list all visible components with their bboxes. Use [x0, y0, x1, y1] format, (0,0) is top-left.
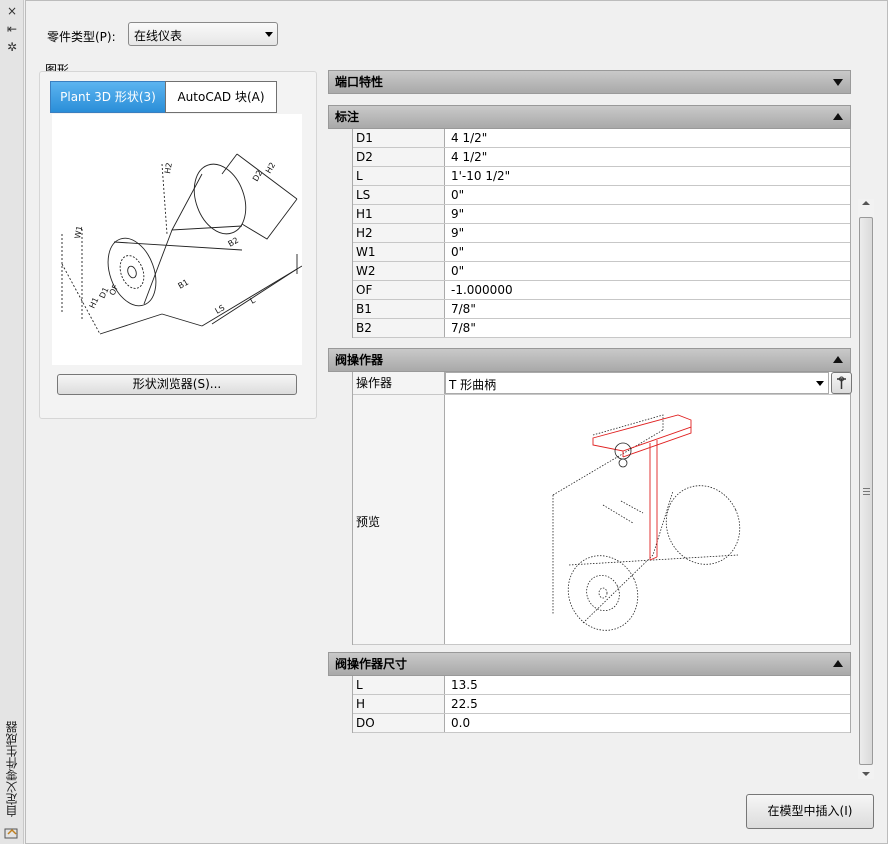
- section-operator-size-title: 阀操作器尺寸: [335, 657, 408, 671]
- valve-handle-icon: [837, 376, 846, 389]
- dim-key: LS: [353, 186, 445, 204]
- table-row[interactable]: DO 0.0: [353, 714, 850, 733]
- table-row[interactable]: OF -1.000000: [353, 281, 850, 300]
- chevron-down-icon: [265, 32, 273, 37]
- valve-operator-grid: 操作器 T 形曲柄 预览: [352, 372, 852, 645]
- dim-value[interactable]: 7/8": [445, 300, 850, 318]
- dim-value[interactable]: 0": [445, 262, 850, 280]
- palette-title: 自定义零件生成器: [5, 721, 19, 817]
- scrollbar-thumb[interactable]: [859, 217, 873, 765]
- dim-value[interactable]: 9": [445, 224, 850, 242]
- size-key: DO: [353, 714, 445, 732]
- part-type-label: 零件类型(P):: [47, 30, 116, 44]
- collapse-icon[interactable]: [833, 113, 843, 120]
- shape-preview: H2 D2 B2 W1 H2 B1 L LS H1 D1 OF: [52, 114, 303, 365]
- dim-label-l: L: [249, 295, 258, 305]
- dim-value[interactable]: -1.000000: [445, 281, 850, 299]
- dim-value[interactable]: 1'-10 1/2": [445, 167, 850, 185]
- properties-icon[interactable]: ✲: [4, 40, 20, 54]
- section-valve-operator[interactable]: 阀操作器: [328, 348, 851, 372]
- dim-label-of: OF: [108, 283, 121, 297]
- collapse-icon[interactable]: [833, 356, 843, 363]
- preview-label: 预览: [353, 395, 445, 644]
- dim-key: D1: [353, 129, 445, 147]
- collapse-icon[interactable]: [833, 660, 843, 667]
- dim-key: W2: [353, 262, 445, 280]
- dim-label-b2: B2: [227, 236, 241, 249]
- chevron-down-icon: [816, 381, 824, 386]
- dim-value[interactable]: 9": [445, 205, 850, 223]
- section-valve-operator-title: 阀操作器: [335, 353, 384, 367]
- table-row[interactable]: B2 7/8": [353, 319, 850, 338]
- table-row[interactable]: D1 4 1/2": [353, 129, 850, 148]
- dim-key: D2: [353, 148, 445, 166]
- close-icon[interactable]: ×: [4, 4, 20, 18]
- dim-label-d2: D2: [251, 169, 264, 183]
- dim-value[interactable]: 7/8": [445, 319, 850, 337]
- table-row[interactable]: H 22.5: [353, 695, 850, 714]
- operator-row: 操作器 T 形曲柄: [353, 372, 852, 395]
- tab-plant3d-shape[interactable]: Plant 3D 形状(3): [50, 81, 166, 113]
- dim-label-h2-right: H2: [264, 161, 277, 175]
- dim-key: H1: [353, 205, 445, 223]
- operator-value: T 形曲柄: [449, 378, 497, 392]
- dim-key: B2: [353, 319, 445, 337]
- table-row[interactable]: H1 9": [353, 205, 850, 224]
- palette-logo-icon: [4, 828, 18, 839]
- palette-titlebar: × ⇤ ✲ 自定义零件生成器: [0, 0, 24, 844]
- operator-size-grid: L 13.5 H 22.5 DO 0.0: [352, 676, 851, 733]
- dim-key: B1: [353, 300, 445, 318]
- size-key: H: [353, 695, 445, 713]
- dim-label-h1: H1: [88, 296, 101, 310]
- dim-label-b1: B1: [177, 278, 191, 291]
- dim-label-ls: LS: [214, 303, 227, 316]
- scroll-up-icon[interactable]: [862, 201, 870, 205]
- insert-in-model-button[interactable]: 在模型中插入(I): [746, 794, 874, 829]
- inline-instrument-drawing: H2 D2 B2 W1 H2 B1 L LS H1 D1 OF: [61, 153, 303, 335]
- shape-browser-button[interactable]: 形状浏览器(S)...: [57, 374, 297, 395]
- table-row[interactable]: H2 9": [353, 224, 850, 243]
- table-row[interactable]: L 13.5: [353, 676, 850, 695]
- table-row[interactable]: LS 0": [353, 186, 850, 205]
- section-operator-size[interactable]: 阀操作器尺寸: [328, 652, 851, 676]
- section-dimensions[interactable]: 标注: [328, 105, 851, 129]
- scroll-down-icon[interactable]: [862, 772, 870, 776]
- section-port-properties-title: 端口特性: [335, 75, 384, 89]
- part-type-value: 在线仪表: [134, 29, 183, 43]
- operator-label: 操作器: [353, 372, 445, 394]
- expand-icon[interactable]: [833, 79, 843, 86]
- dim-key: H2: [353, 224, 445, 242]
- size-value[interactable]: 22.5: [445, 695, 850, 713]
- preview-row: 预览: [353, 395, 850, 645]
- operator-picker-button[interactable]: [831, 372, 852, 394]
- dim-value[interactable]: 4 1/2": [445, 148, 850, 166]
- part-type-select[interactable]: 在线仪表: [128, 22, 278, 46]
- operator-preview-drawing: [552, 414, 741, 631]
- dim-value[interactable]: 4 1/2": [445, 129, 850, 147]
- dim-key: OF: [353, 281, 445, 299]
- operator-select[interactable]: T 形曲柄: [445, 372, 829, 394]
- autohide-icon[interactable]: ⇤: [4, 22, 20, 36]
- size-value[interactable]: 0.0: [445, 714, 850, 732]
- dim-label-h2-top: H2: [163, 162, 174, 175]
- table-row[interactable]: D2 4 1/2": [353, 148, 850, 167]
- tab-autocad-block[interactable]: AutoCAD 块(A): [165, 81, 277, 113]
- preview-cell: [445, 395, 850, 644]
- table-row[interactable]: L 1'-10 1/2": [353, 167, 850, 186]
- dim-key: W1: [353, 243, 445, 261]
- operator-cell: T 形曲柄: [445, 372, 852, 394]
- table-row[interactable]: W2 0": [353, 262, 850, 281]
- dim-value[interactable]: 0": [445, 243, 850, 261]
- custom-part-builder-panel: 零件类型(P): 在线仪表 图形 Plant 3D 形状(3) AutoCAD …: [25, 0, 888, 844]
- dim-label-w1: W1: [73, 225, 84, 239]
- section-port-properties[interactable]: 端口特性: [328, 70, 851, 94]
- size-value[interactable]: 13.5: [445, 676, 850, 694]
- dim-value[interactable]: 0": [445, 186, 850, 204]
- table-row[interactable]: W1 0": [353, 243, 850, 262]
- table-row[interactable]: B1 7/8": [353, 300, 850, 319]
- section-dimensions-title: 标注: [335, 110, 360, 124]
- dim-key: L: [353, 167, 445, 185]
- dimensions-grid: D1 4 1/2" D2 4 1/2" L 1'-10 1/2" LS 0" H1 9" …: [352, 129, 851, 338]
- size-key: L: [353, 676, 445, 694]
